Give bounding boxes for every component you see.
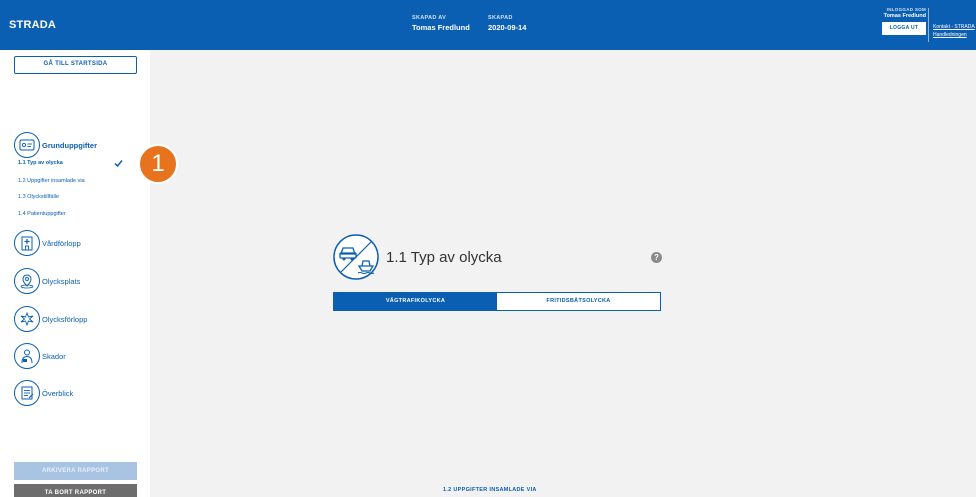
location-icon — [14, 268, 40, 294]
created-date-value: 2020-09-14 — [488, 23, 527, 32]
injury-icon — [14, 343, 40, 369]
sidebar-item-label: Olycksförlopp — [42, 314, 88, 324]
top-bar: STRADA SKAPAD AV Tomas Fredlund SKAPAD 2… — [0, 0, 976, 50]
sidebar-item-olycksforlopp[interactable]: Olycksförlopp — [14, 306, 87, 332]
logged-in-block: INLOGGAD SOM Tomas Fredlund LOGGA UT — [882, 7, 926, 35]
sidebar: GÅ TILL STARTSIDA Grunduppgifter 1.1 Typ… — [0, 50, 150, 497]
accident-type-tabs: VÄGTRAFIKOLYCKA FRITIDSBÅTSOLYCKA — [333, 292, 661, 311]
sub-item-olyckstillfalle[interactable]: 1.3 Olyckstillfälle — [18, 194, 59, 200]
sub-item-patientuppgifter[interactable]: 1.4 Patientuppgifter — [18, 211, 66, 217]
sub-item-uppgifter-insamlade[interactable]: 1.2 Uppgifter insamlade via — [18, 178, 85, 184]
header-links: Kontakt - STRADA Handledningen — [933, 23, 975, 39]
sidebar-item-olycksplats[interactable]: Olycksplats — [14, 268, 80, 294]
sub-item-typ-av-olycka[interactable]: 1.1 Typ av olycka — [18, 160, 63, 166]
logged-in-label: INLOGGAD SOM — [886, 7, 926, 12]
sidebar-item-vardforlopp[interactable]: Vårdförlopp — [14, 230, 81, 256]
sidebar-item-grunduppgifter[interactable]: Grunduppgifter — [14, 132, 97, 158]
created-date-block: SKAPAD 2020-09-14 — [488, 15, 526, 32]
page-title: 1.1 Typ av olycka — [386, 249, 502, 266]
guide-link[interactable]: Handledningen — [933, 31, 975, 39]
sidebar-item-overblick[interactable]: Överblick — [14, 380, 73, 406]
next-section-link[interactable]: 1.2 UPPGIFTER INSAMLADE VIA — [443, 487, 537, 493]
created-by-label: SKAPAD AV — [412, 15, 447, 21]
sidebar-item-label: Grunduppgifter — [42, 140, 97, 150]
sidebar-item-label: Skador — [42, 351, 66, 361]
car-boat-icon — [333, 234, 379, 280]
logged-in-user: Tomas Fredlund — [883, 13, 926, 19]
contact-link[interactable]: Kontakt - STRADA — [933, 23, 975, 31]
hospital-icon — [14, 230, 40, 256]
sidebar-item-label: Olycksplats — [42, 276, 81, 286]
step-badge: 1 — [138, 144, 178, 184]
archive-report-button[interactable]: ARKIVERA RAPPORT — [14, 462, 137, 480]
header-divider — [928, 8, 929, 42]
checkmark-icon — [114, 160, 123, 168]
go-to-start-button[interactable]: GÅ TILL STARTSIDA — [14, 56, 137, 74]
collision-icon — [14, 306, 40, 332]
sidebar-item-label: Vårdförlopp — [42, 238, 81, 248]
created-by-block: SKAPAD AV Tomas Fredlund — [412, 15, 470, 32]
app-brand[interactable]: STRADA — [9, 19, 56, 31]
delete-report-button[interactable]: TA BORT RAPPORT — [14, 484, 137, 497]
logout-button[interactable]: LOGGA UT — [882, 22, 926, 35]
overview-icon — [14, 380, 40, 406]
sidebar-item-label: Överblick — [42, 388, 74, 398]
help-icon[interactable]: ? — [651, 252, 662, 263]
tab-fritidsbatsolycka[interactable]: FRITIDSBÅTSOLYCKA — [497, 293, 660, 310]
sidebar-item-skador[interactable]: Skador — [14, 343, 66, 369]
created-date-label: SKAPAD — [488, 15, 513, 21]
tab-vagtrafikolycka[interactable]: VÄGTRAFIKOLYCKA — [334, 293, 497, 310]
id-card-icon — [14, 132, 40, 158]
created-by-value: Tomas Fredlund — [412, 23, 470, 32]
